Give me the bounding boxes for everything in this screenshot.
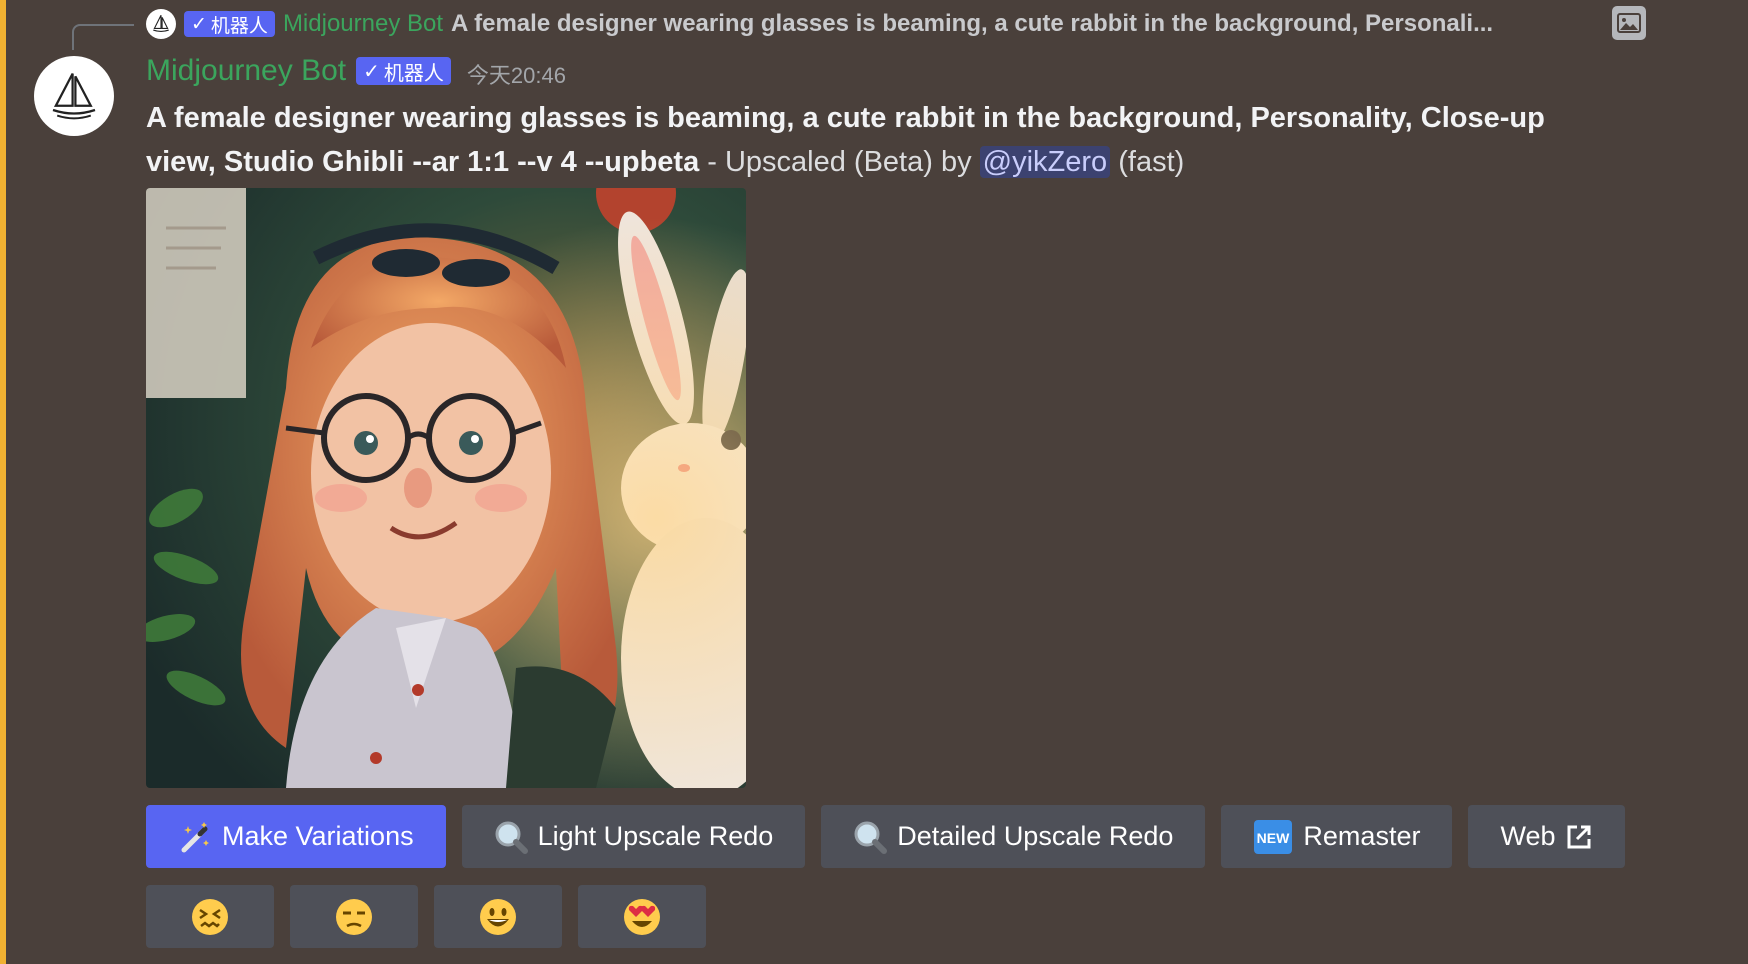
- image-icon: [1612, 6, 1646, 40]
- message-content: A female designer wearing glasses is bea…: [146, 96, 1616, 184]
- action-buttons: Make Variations Light Upscale Redo Detai…: [146, 805, 1626, 868]
- heart-eyes-face-button[interactable]: [578, 885, 706, 948]
- timestamp[interactable]: 今天20:46: [467, 58, 566, 90]
- bot-badge: ✓ 机器人: [184, 11, 275, 37]
- reply-author[interactable]: Midjourney Bot: [283, 10, 443, 38]
- button-label: Web: [1500, 821, 1556, 851]
- rating-reactions: [146, 885, 706, 948]
- reply-connector: [72, 24, 134, 50]
- button-label: Remaster: [1303, 821, 1421, 851]
- svg-text:NEW: NEW: [1257, 830, 1290, 846]
- grinning-face-button[interactable]: [434, 885, 562, 948]
- reply-preview[interactable]: ✓ 机器人 Midjourney Bot A female designer w…: [146, 6, 1688, 42]
- web-button[interactable]: Web: [1468, 805, 1626, 868]
- magnifier-icon: [495, 821, 528, 854]
- light-upscale-redo-button[interactable]: Light Upscale Redo: [461, 805, 806, 868]
- reply-avatar[interactable]: [146, 9, 176, 39]
- bot-badge: ✓ 机器人: [356, 57, 451, 85]
- message-header: Midjourney Bot ✓ 机器人 今天20:46: [146, 54, 566, 88]
- make-variations-button[interactable]: Make Variations: [146, 805, 446, 868]
- sailboat-icon: [52, 73, 96, 120]
- confounded-face-button[interactable]: [146, 885, 274, 948]
- confounded-face-icon: [192, 898, 228, 935]
- grinning-face-icon: [480, 898, 516, 935]
- magnifier-icon: [854, 821, 888, 854]
- bot-badge-label: 机器人: [210, 15, 268, 37]
- detailed-upscale-redo-button[interactable]: Detailed Upscale Redo: [821, 805, 1206, 868]
- magic-wand-icon: [181, 821, 209, 852]
- unamused-face-icon: [336, 898, 372, 935]
- button-label: Light Upscale Redo: [537, 821, 774, 851]
- user-mention[interactable]: @yikZero: [979, 146, 1111, 178]
- upscale-info: - Upscaled (Beta) by: [699, 146, 980, 178]
- message-highlight-bar: [0, 0, 6, 964]
- button-label: Detailed Upscale Redo: [897, 821, 1174, 851]
- heart-eyes-face-icon: [624, 898, 660, 935]
- bot-badge-label: 机器人: [383, 62, 444, 85]
- check-icon: ✓: [363, 60, 380, 83]
- external-link-icon: [1567, 825, 1591, 848]
- author-name[interactable]: Midjourney Bot: [146, 54, 346, 88]
- new-badge-icon: NEW: [1254, 819, 1293, 854]
- button-label: Make Variations: [222, 821, 414, 851]
- speed-info: (fast): [1110, 146, 1185, 178]
- reply-text[interactable]: A female designer wearing glasses is bea…: [451, 10, 1493, 38]
- author-avatar[interactable]: [34, 56, 114, 136]
- illustration: [146, 188, 746, 788]
- sailboat-icon: [153, 14, 169, 32]
- unamused-face-button[interactable]: [290, 885, 418, 948]
- generated-image[interactable]: [146, 188, 746, 788]
- check-icon: ✓: [191, 13, 207, 35]
- remaster-button[interactable]: NEW Remaster: [1221, 805, 1453, 868]
